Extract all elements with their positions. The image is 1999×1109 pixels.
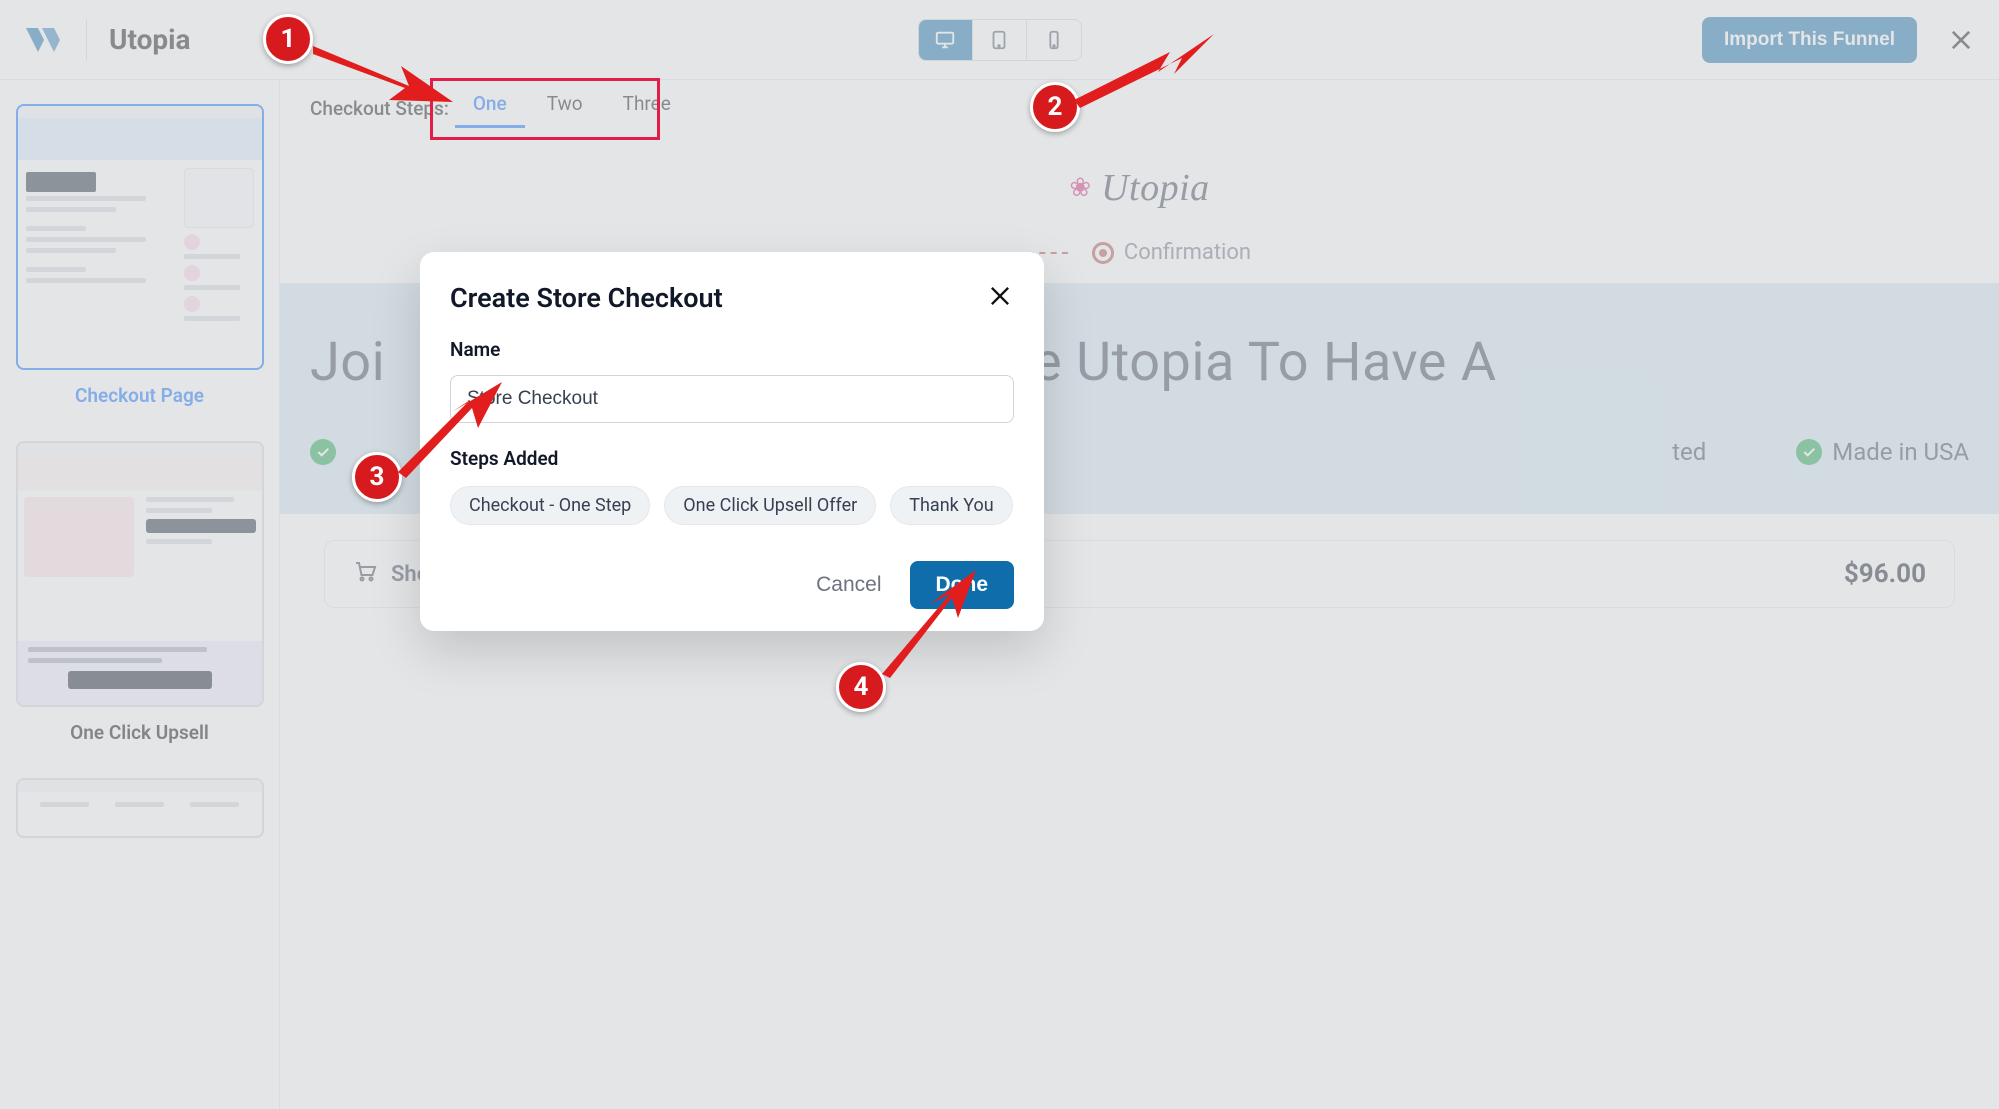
steps-added-label: Steps Added [450,447,1014,470]
create-store-checkout-modal: Create Store Checkout Name Steps Added C… [420,252,1044,631]
modal-title: Create Store Checkout [450,282,723,314]
step-chip: Checkout - One Step [450,486,650,525]
step-chip: Thank You [890,486,1012,525]
done-button[interactable]: Done [910,561,1015,609]
close-icon[interactable] [986,282,1014,314]
cancel-button[interactable]: Cancel [810,563,887,607]
step-chip: One Click Upsell Offer [664,486,876,525]
checkout-name-input[interactable] [450,375,1014,423]
name-field-label: Name [450,338,1014,361]
